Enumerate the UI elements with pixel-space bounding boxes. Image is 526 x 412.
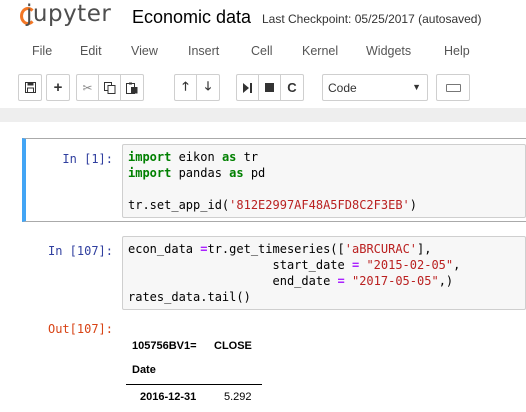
code-line: tr.set_app_id('812E2997AF48A5FD8C2F3EB') bbox=[128, 198, 418, 212]
move-up-icon[interactable]: 🡑 bbox=[175, 75, 197, 100]
copy-icon[interactable] bbox=[99, 75, 121, 100]
row-value: 5.292 bbox=[224, 391, 252, 403]
notebook-header: jupyter Economic data Last Checkpoint: 0… bbox=[0, 0, 526, 34]
run-group: C bbox=[236, 74, 304, 101]
save-group bbox=[18, 74, 42, 101]
input-prompt-1: In [1]: bbox=[62, 152, 113, 166]
code-line: econ_data =tr.get_timeseries(['aBRCURAC'… bbox=[128, 242, 432, 256]
logo-text: jupyter bbox=[26, 1, 112, 27]
paste-icon[interactable] bbox=[121, 75, 143, 100]
code-line: import pandas as pd bbox=[128, 166, 266, 180]
column-header: CLOSE bbox=[214, 340, 252, 352]
menu-cell[interactable]: Cell bbox=[251, 44, 273, 58]
menu-view[interactable]: View bbox=[131, 44, 158, 58]
chevron-down-icon: ▼ bbox=[412, 82, 421, 92]
keyboard-shape bbox=[446, 84, 461, 92]
menu-file[interactable]: File bbox=[32, 44, 52, 58]
cell-type-select[interactable]: Code ▼ bbox=[322, 74, 428, 101]
run-icon[interactable] bbox=[237, 75, 259, 100]
menu-bar: File Edit View Insert Cell Kernel Widget… bbox=[0, 36, 526, 68]
restart-icon[interactable]: C bbox=[281, 75, 303, 100]
keyboard-icon[interactable] bbox=[436, 74, 470, 101]
code-line: import eikon as tr bbox=[128, 150, 259, 164]
notebook-name[interactable]: Economic data bbox=[132, 7, 251, 28]
menu-help[interactable]: Help bbox=[444, 44, 470, 58]
checkpoint-status: Last Checkpoint: 05/25/2017 (autosaved) bbox=[262, 12, 482, 26]
code-line: start_date = "2015-02-05", bbox=[128, 258, 461, 272]
menu-insert[interactable]: Insert bbox=[188, 44, 219, 58]
header-divider bbox=[126, 384, 262, 385]
clipboard-group: ✂ bbox=[76, 74, 144, 101]
index-name: Date bbox=[132, 364, 156, 376]
stop-icon[interactable] bbox=[259, 75, 281, 100]
column-header: 105756BV1= bbox=[132, 340, 197, 352]
code-input-1[interactable]: import eikon as tr import pandas as pd t… bbox=[122, 144, 526, 218]
code-line: rates_data.tail() bbox=[128, 290, 251, 304]
code-line: end_date = "2017-05-05",) bbox=[128, 274, 454, 288]
insert-group: + bbox=[46, 74, 70, 101]
input-prompt-2: In [107]: bbox=[47, 244, 113, 258]
row-index: 2016-12-31 bbox=[140, 391, 197, 403]
menu-edit[interactable]: Edit bbox=[80, 44, 102, 58]
output-prompt: Out[107]: bbox=[47, 322, 113, 336]
toolbar: + ✂ 🡑 🡓 C Code ▼ bbox=[0, 70, 526, 106]
toolbar-separator bbox=[0, 108, 526, 122]
move-group: 🡑 🡓 bbox=[174, 74, 220, 101]
save-icon[interactable] bbox=[19, 75, 41, 100]
add-icon[interactable]: + bbox=[47, 75, 69, 100]
move-down-icon[interactable]: 🡓 bbox=[197, 75, 219, 100]
menu-widgets[interactable]: Widgets bbox=[366, 44, 411, 58]
menu-kernel[interactable]: Kernel bbox=[302, 44, 338, 58]
cell-type-value: Code bbox=[328, 81, 357, 95]
code-input-2[interactable]: econ_data =tr.get_timeseries(['aBRCURAC'… bbox=[122, 236, 526, 310]
cut-icon[interactable]: ✂ bbox=[77, 75, 99, 100]
